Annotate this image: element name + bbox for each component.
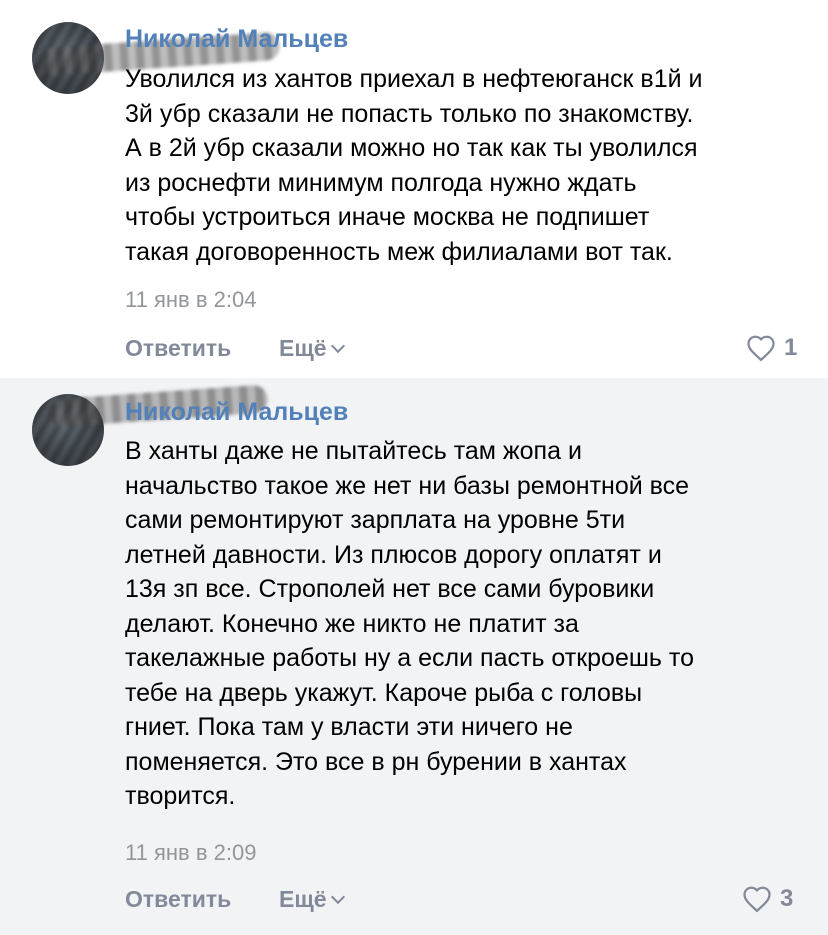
- comment-timestamp[interactable]: 11 янв в 2:04: [125, 287, 256, 313]
- more-label: Ещё: [279, 335, 327, 361]
- heart-outline-icon: [747, 335, 775, 362]
- like-button[interactable]: 3: [742, 885, 793, 913]
- comment-text: Уволился из хантов приехал в нефтеюганск…: [125, 65, 703, 266]
- comment-text: В ханты даже не пытайтесь там жопа и нач…: [125, 437, 694, 810]
- more-button[interactable]: Ещё: [279, 886, 345, 913]
- chevron-down-icon: [330, 338, 345, 354]
- comment-author[interactable]: Николай Мальцев: [125, 398, 348, 427]
- like-count: 3: [780, 885, 794, 912]
- more-button[interactable]: Ещё: [279, 335, 345, 362]
- reply-button[interactable]: Ответить: [125, 335, 231, 362]
- reply-button[interactable]: Ответить: [125, 886, 231, 913]
- comment-author[interactable]: Николай Мальцев: [125, 25, 348, 54]
- heart-outline-icon: [743, 886, 771, 913]
- chevron-down-icon: [330, 889, 345, 905]
- more-label: Ещё: [279, 886, 327, 912]
- like-count: 1: [784, 334, 798, 361]
- comment: Николай Мальцев Уволился из хантов приех…: [0, 0, 828, 378]
- comment: Николай Мальцев В ханты даже не пытайтес…: [0, 378, 828, 935]
- comment-timestamp[interactable]: 11 янв в 2:09: [125, 840, 256, 866]
- like-button[interactable]: 1: [746, 334, 797, 362]
